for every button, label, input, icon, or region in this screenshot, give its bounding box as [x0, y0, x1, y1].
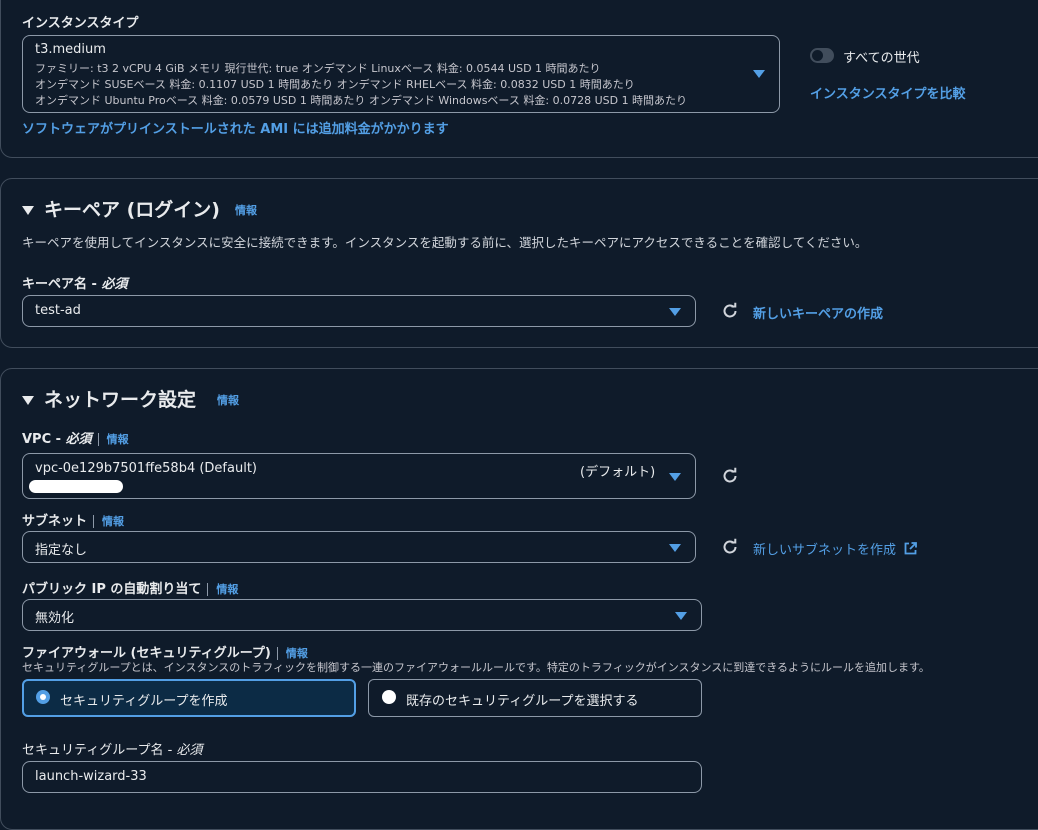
firewall-description: セキュリティグループとは、インスタンスのトラフィックを制御する一連のファイアウォ…: [22, 661, 930, 674]
key-pair-title: キーペア (ログイン): [44, 199, 220, 221]
caret-down-icon: [22, 206, 34, 215]
chevron-down-icon: [669, 544, 681, 552]
key-pair-select[interactable]: test-ad: [22, 295, 696, 327]
key-pair-name-label: キーペア名 - 必須: [22, 273, 127, 292]
subnet-value: 指定なし: [35, 543, 88, 558]
sg-option-create-label: セキュリティグループを作成: [60, 694, 228, 709]
network-info-link[interactable]: 情報: [217, 392, 239, 408]
subnet-info-link[interactable]: 情報: [102, 515, 124, 528]
refresh-icon[interactable]: [721, 467, 739, 485]
vpc-label: VPC - 必須 情報: [22, 428, 129, 447]
toggle-knob: [812, 50, 823, 61]
instance-type-select[interactable]: t3.medium ファミリー: t3 2 vCPU 4 GiB メモリ 現行世…: [22, 35, 780, 113]
sg-name-label: セキュリティグループ名 - 必須: [22, 739, 202, 758]
network-title: ネットワーク設定: [44, 389, 197, 411]
vpc-info-link[interactable]: 情報: [107, 433, 129, 446]
key-pair-description: キーペアを使用してインスタンスに安全に接続できます。インスタンスを起動する前に、…: [22, 235, 868, 250]
divider: [207, 583, 209, 596]
divider: [97, 433, 99, 446]
sg-option-create[interactable]: セキュリティグループを作成: [22, 679, 356, 717]
vpc-value: vpc-0e129b7501ffe58b4 (Default): [35, 461, 257, 476]
public-ip-select[interactable]: 無効化: [22, 599, 702, 631]
public-ip-value: 無効化: [35, 611, 75, 626]
create-subnet-link-text: 新しいサブネットを作成: [753, 543, 897, 558]
instance-type-name: t3.medium: [35, 42, 106, 57]
refresh-icon[interactable]: [721, 538, 739, 556]
sg-name-value: launch-wizard-33: [35, 769, 147, 784]
chevron-down-icon: [669, 473, 681, 481]
radio-selected-icon: [36, 690, 50, 704]
chevron-down-icon: [753, 70, 765, 78]
instance-type-detail-1: ファミリー: t3 2 vCPU 4 GiB メモリ 現行世代: true オン…: [35, 62, 601, 75]
instance-type-label: インスタンスタイプ: [22, 16, 139, 31]
vpc-label-text: VPC -: [22, 432, 66, 447]
ami-additional-charge-link[interactable]: ソフトウェアがプリインストールされた AMI には追加料金がかかります: [22, 118, 449, 137]
required-text: 必須: [101, 277, 128, 292]
required-text: 必須: [65, 432, 92, 447]
key-pair-name-label-text: キーペア名 -: [22, 277, 102, 292]
instance-type-detail-3: オンデマンド Ubuntu Proベース 料金: 0.0579 USD 1 時間…: [35, 94, 688, 107]
public-ip-label: パブリック IP の自動割り当て 情報: [22, 578, 238, 597]
key-pair-header[interactable]: キーペア (ログイン): [22, 195, 220, 222]
sg-option-existing-label: 既存のセキュリティグループを選択する: [406, 694, 639, 709]
vpc-select[interactable]: vpc-0e129b7501ffe58b4 (Default) (デフォルト): [22, 453, 696, 499]
instance-type-detail-2: オンデマンド SUSEベース 料金: 0.1107 USD 1 時間あたり オン…: [35, 78, 635, 91]
subnet-label-text: サブネット: [22, 514, 88, 529]
chevron-down-icon: [675, 612, 687, 620]
subnet-select[interactable]: 指定なし: [22, 531, 696, 563]
create-subnet-link[interactable]: 新しいサブネットを作成: [753, 539, 917, 558]
redacted-bar: [29, 480, 123, 493]
create-key-pair-link[interactable]: 新しいキーペアの作成: [753, 303, 883, 322]
chevron-down-icon: [669, 308, 681, 316]
radio-unselected-icon: [382, 690, 396, 704]
public-ip-info-link[interactable]: 情報: [216, 583, 238, 596]
subnet-label: サブネット 情報: [22, 510, 124, 529]
vpc-default-tag: (デフォルト): [580, 465, 656, 480]
refresh-icon[interactable]: [721, 302, 739, 320]
all-generations-label: すべての世代: [843, 51, 920, 66]
key-pair-info-link[interactable]: 情報: [235, 202, 257, 218]
network-header[interactable]: ネットワーク設定: [22, 385, 196, 412]
divider: [93, 515, 95, 528]
required-text: 必須: [176, 743, 203, 758]
all-generations-toggle[interactable]: [810, 48, 834, 63]
caret-down-icon: [22, 396, 34, 405]
sg-name-input[interactable]: launch-wizard-33: [22, 761, 702, 793]
public-ip-label-text: パブリック IP の自動割り当て: [22, 582, 202, 597]
sg-name-label-text: セキュリティグループ名 -: [22, 743, 177, 758]
key-pair-value: test-ad: [35, 303, 81, 318]
sg-option-existing[interactable]: 既存のセキュリティグループを選択する: [368, 679, 702, 717]
compare-instance-types-link[interactable]: インスタンスタイプを比較: [810, 83, 965, 102]
external-link-icon: [904, 542, 917, 555]
